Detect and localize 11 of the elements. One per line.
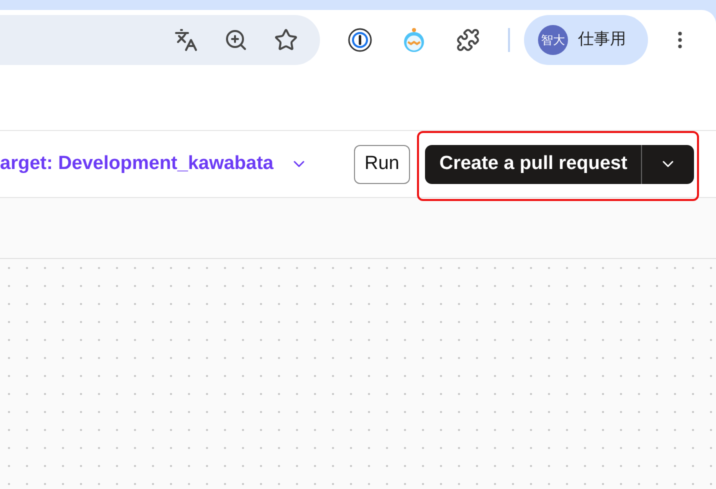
bookmark-star-icon[interactable] xyxy=(274,28,298,52)
translate-icon[interactable] xyxy=(174,28,198,52)
profile-avatar: 智大 xyxy=(538,25,568,55)
target-branch-dropdown[interactable]: arget: Development_kawabata xyxy=(0,150,308,178)
address-bar[interactable] xyxy=(0,15,320,65)
password-manager-icon[interactable] xyxy=(348,28,372,52)
run-button[interactable]: Run xyxy=(354,144,410,184)
extensions-icon[interactable] xyxy=(456,28,480,52)
zoom-icon[interactable] xyxy=(224,28,248,52)
profile-label: 仕事用 xyxy=(578,30,626,50)
profile-button[interactable]: 智大 仕事用 xyxy=(524,15,648,65)
